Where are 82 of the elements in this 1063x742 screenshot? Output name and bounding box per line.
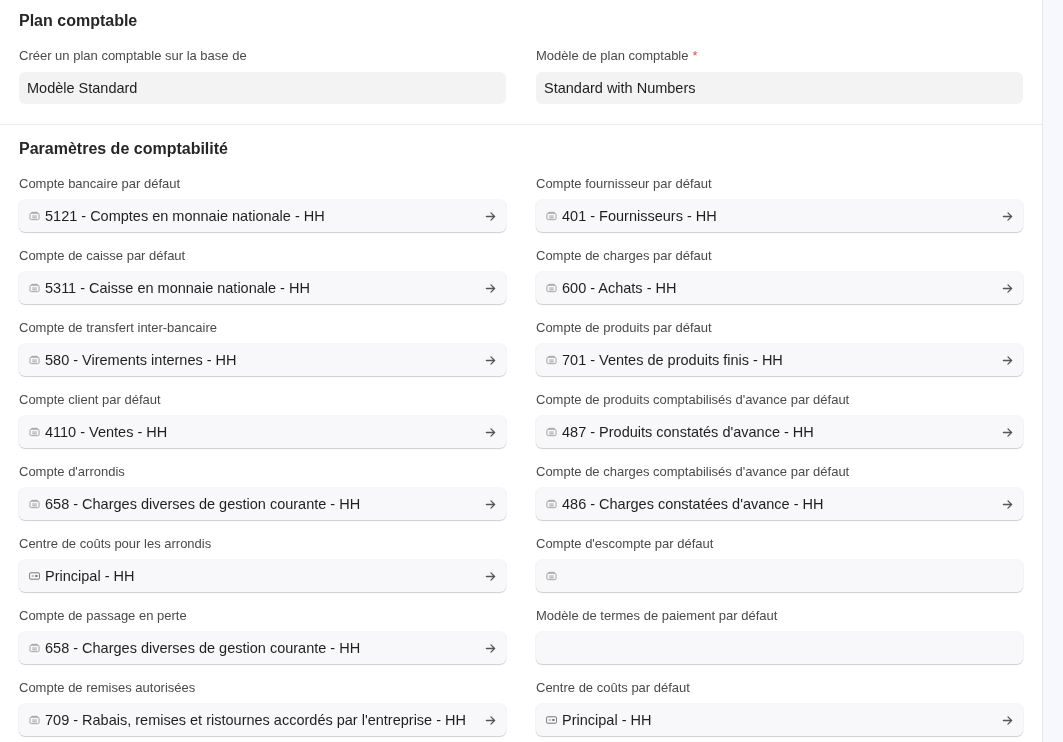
link-field[interactable]: 701 - Ventes de produits finis - HH: [536, 344, 1023, 376]
field-label: Compte d'escompte par défaut: [536, 536, 714, 552]
arrow-right-icon[interactable]: [485, 354, 496, 366]
building-icon: [29, 427, 40, 437]
field-value: 5121 - Comptes en monnaie nationale - HH: [45, 208, 326, 224]
link-field[interactable]: 486 - Charges constatées d'avance - HH: [536, 488, 1023, 520]
link-field[interactable]: Principal - HH: [536, 704, 1023, 736]
arrow-right-icon[interactable]: [485, 210, 496, 222]
arrow-right-icon[interactable]: [1002, 354, 1013, 366]
field-label: Compte de transfert inter-bancaire: [19, 320, 217, 336]
field-value: 701 - Ventes de produits finis - HH: [562, 352, 784, 368]
field-label: Créer un plan comptable sur la base de: [19, 48, 247, 64]
link-field[interactable]: 5311 - Caisse en monnaie nationale - HH: [19, 272, 506, 304]
field-label: Compte d'arrondis: [19, 464, 125, 480]
field-label: Compte de produits par défaut: [536, 320, 712, 336]
arrow-right-icon[interactable]: [1002, 210, 1013, 222]
field-value: 401 - Fournisseurs - HH: [562, 208, 718, 224]
building-icon: [29, 211, 40, 221]
field-value: 600 - Achats - HH: [562, 280, 678, 296]
arrow-right-icon[interactable]: [485, 642, 496, 654]
field-label: Modèle de termes de paiement par défaut: [536, 608, 778, 624]
field-label: Modèle de plan comptable: [536, 48, 689, 64]
section-title: Paramètres de comptabilité: [19, 140, 229, 158]
building-icon: [546, 571, 557, 581]
arrow-right-icon[interactable]: [485, 426, 496, 438]
building-icon: [29, 715, 40, 725]
link-field[interactable]: 658 - Charges diverses de gestion courante - HH: [19, 632, 506, 664]
link-field[interactable]: 580 - Virements internes - HH: [19, 344, 506, 376]
field-value: 658 - Charges diverses de gestion courante - HH: [45, 496, 362, 512]
field-label: Compte de charges par défaut: [536, 248, 712, 264]
link-field[interactable]: [536, 560, 1023, 592]
field-value: Principal - HH: [45, 568, 136, 584]
link-field[interactable]: Principal - HH: [19, 560, 506, 592]
link-field[interactable]: 401 - Fournisseurs - HH: [536, 200, 1023, 232]
field-value: 580 - Virements internes - HH: [45, 352, 238, 368]
field-label: Compte de remises autorisées: [19, 680, 196, 696]
field-value: 486 - Charges constatées d'avance - HH: [562, 496, 825, 512]
field-value: 709 - Rabais, remises et ristournes accordés par l'entreprise - HH: [45, 712, 468, 728]
field-value: 5311 - Caisse en monnaie nationale - HH: [45, 280, 311, 296]
select-field[interactable]: Modèle Standard: [19, 72, 506, 104]
field-label: Compte fournisseur par défaut: [536, 176, 712, 192]
required-asterisk: *: [692, 48, 698, 64]
building-icon: [546, 355, 557, 365]
select-field[interactable]: Standard with Numbers: [536, 72, 1023, 104]
arrow-right-icon[interactable]: [485, 714, 496, 726]
link-field[interactable]: 709 - Rabais, remises et ristournes accordés par l'entreprise - HH: [19, 704, 506, 736]
field-label: Centre de coûts par défaut: [536, 680, 690, 696]
building-icon: [29, 355, 40, 365]
link-field[interactable]: 5121 - Comptes en monnaie nationale - HH: [19, 200, 506, 232]
building-icon: [29, 499, 40, 509]
field-label: Compte de produits comptabilisés d'avance par défaut: [536, 392, 850, 408]
field-label: Compte de caisse par défaut: [19, 248, 186, 264]
arrow-right-icon[interactable]: [1002, 426, 1013, 438]
field-value: 658 - Charges diverses de gestion courante - HH: [45, 640, 362, 656]
field-value: Principal - HH: [562, 712, 653, 728]
arrow-right-icon[interactable]: [485, 498, 496, 510]
field-label: Compte client par défaut: [19, 392, 161, 408]
link-field[interactable]: 4110 - Ventes - HH: [19, 416, 506, 448]
arrow-right-icon[interactable]: [485, 570, 496, 582]
building-icon: [29, 283, 40, 293]
building-icon: [546, 499, 557, 509]
link-field[interactable]: 487 - Produits constatés d'avance - HH: [536, 416, 1023, 448]
arrow-right-icon[interactable]: [1002, 714, 1013, 726]
field-label: Centre de coûts pour les arrondis: [19, 536, 212, 552]
field-label: Compte de charges comptabilisés d'avance par défaut: [536, 464, 850, 480]
building-icon: [29, 643, 40, 653]
field-label: Compte bancaire par défaut: [19, 176, 181, 192]
building-icon: [546, 211, 557, 221]
building-icon: [546, 427, 557, 437]
link-field[interactable]: 600 - Achats - HH: [536, 272, 1023, 304]
section-title: Plan comptable: [19, 12, 139, 30]
arrow-right-icon[interactable]: [1002, 282, 1013, 294]
building-icon: [546, 283, 557, 293]
link-field[interactable]: [536, 632, 1023, 664]
card-icon: [546, 715, 557, 725]
arrow-right-icon[interactable]: [485, 282, 496, 294]
field-value: 4110 - Ventes - HH: [45, 424, 169, 440]
field-label: Compte de passage en perte: [19, 608, 187, 624]
arrow-right-icon[interactable]: [1002, 498, 1013, 510]
link-field[interactable]: 658 - Charges diverses de gestion courante - HH: [19, 488, 506, 520]
card-icon: [29, 571, 40, 581]
field-value: 487 - Produits constatés d'avance - HH: [562, 424, 815, 440]
